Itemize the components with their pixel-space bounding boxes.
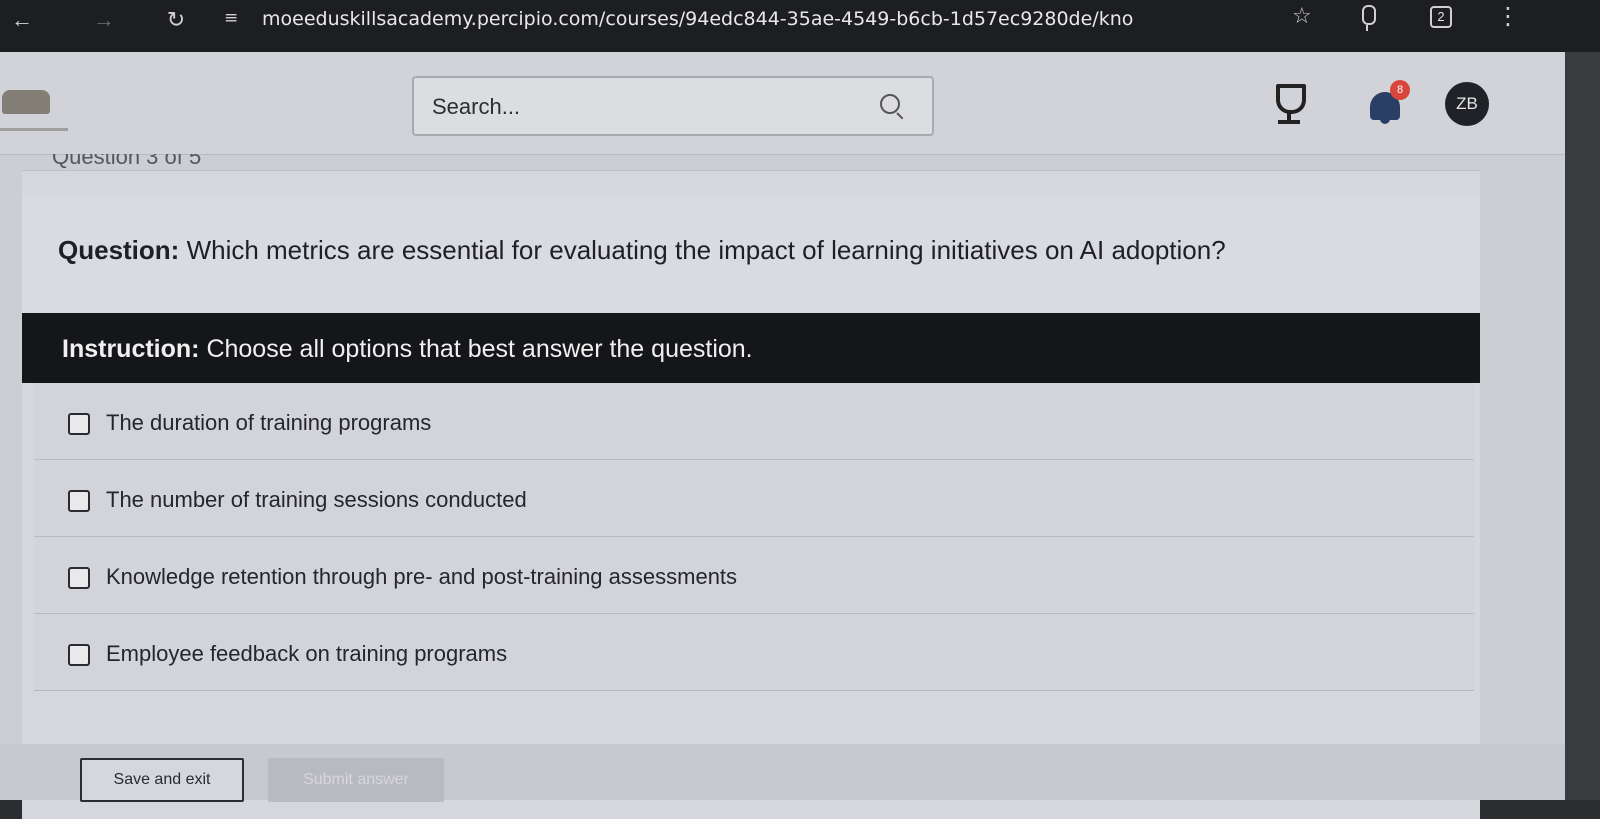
question-text: Question: Which metrics are essential fo… [58,235,1226,266]
save-and-exit-button[interactable]: Save and exit [80,758,244,802]
avatar[interactable]: ZB [1445,82,1489,126]
option-label[interactable]: The duration of training programs [106,410,431,436]
question-card: Question: Which metrics are essential fo… [22,170,1480,819]
option-label[interactable]: Knowledge retention through pre- and pos… [106,564,737,590]
search-icon[interactable] [880,94,900,114]
checkbox[interactable] [68,644,90,666]
search-input[interactable]: Search... [412,76,934,136]
tab-count-badge[interactable]: 2 [1430,6,1452,28]
instruction-label: Instruction: [62,335,200,363]
page: Search... 8 ZB Question 3 of 5 Question:… [0,52,1565,819]
forward-icon[interactable]: → [88,4,120,36]
address-bar[interactable]: moeeduskillsacademy.percipio.com/courses… [262,4,1252,34]
site-info-icon[interactable]: ≡ [224,8,238,28]
checkbox[interactable] [68,567,90,589]
kebab-menu-icon[interactable]: ⋮ [1496,2,1520,30]
bookmark-star-icon[interactable]: ☆ [1292,4,1312,29]
back-icon[interactable]: ← [6,4,38,36]
checkbox[interactable] [68,490,90,512]
instruction-text: Instruction: Choose all options that bes… [62,335,753,364]
crest-icon [2,90,50,114]
logo-tagline [0,128,68,131]
window-edge [1565,52,1600,800]
notification-badge: 8 [1390,80,1410,100]
answer-options: The duration of training programs The nu… [34,383,1474,691]
reload-icon[interactable]: ↻ [160,4,192,36]
question-counter: Question 3 of 5 [44,154,1474,170]
search-placeholder: Search... [432,94,521,119]
instruction-bar: Instruction: Choose all options that bes… [22,313,1480,383]
app-header: Search... 8 ZB [0,52,1565,155]
option-label[interactable]: Employee feedback on training programs [106,641,507,667]
trophy-icon[interactable] [1270,82,1308,128]
quiz-footer: Save and exit Submit answer [0,744,1565,802]
option-label[interactable]: The number of training sessions conducte… [106,487,527,513]
browser-toolbar: ← → ↻ ≡ moeeduskillsacademy.percipio.com… [0,0,1600,52]
question-block: Question: Which metrics are essential fo… [22,195,1480,313]
checkbox[interactable] [68,413,90,435]
question-label: Question: [58,235,180,265]
answer-option[interactable]: The duration of training programs [34,383,1474,460]
submit-answer-button[interactable]: Submit answer [268,758,444,802]
answer-option[interactable]: Knowledge retention through pre- and pos… [34,537,1474,614]
instruction-body: Choose all options that best answer the … [199,335,753,363]
question-body: Which metrics are essential for evaluati… [179,235,1226,265]
academy-logo[interactable] [0,82,70,136]
answer-option[interactable]: The number of training sessions conducte… [34,460,1474,537]
answer-option[interactable]: Employee feedback on training programs [34,614,1474,691]
microphone-icon[interactable] [1362,5,1376,31]
question-counter-text: Question 3 of 5 [52,154,202,169]
